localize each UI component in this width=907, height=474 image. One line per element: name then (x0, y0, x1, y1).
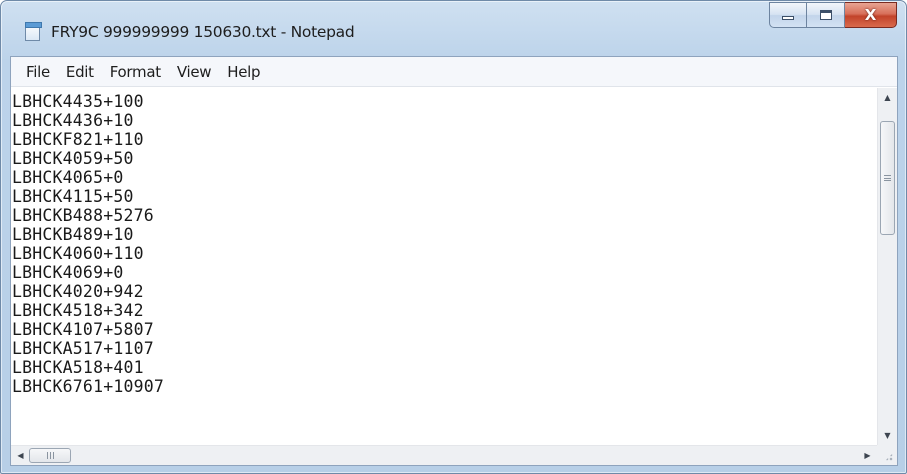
caption-buttons: X (769, 2, 897, 28)
text-editor-area[interactable]: LBHCK4435+100 LBHCK4436+10 LBHCKF821+110 LB… (11, 88, 877, 445)
text-line: LBHCK4059+50 (12, 149, 134, 168)
maximize-icon (819, 10, 832, 20)
text-line: LBHCK4518+342 (12, 301, 144, 320)
horizontal-scroll-thumb[interactable] (29, 448, 71, 463)
text-line: LBHCKA517+1107 (12, 339, 154, 358)
grip-icon (884, 175, 891, 181)
notepad-app-icon[interactable] (25, 22, 42, 41)
text-line: LBHCK4069+0 (12, 263, 124, 282)
vertical-scroll-thumb[interactable] (880, 121, 895, 235)
text-line: LBHCK4020+942 (12, 282, 144, 301)
scroll-down-arrow-icon[interactable]: ▼ (878, 426, 897, 445)
client-area: File Edit Format View Help LBHCK4435+100… (10, 56, 898, 466)
text-line: LBHCK4435+100 (12, 92, 144, 111)
text-line: LBHCKA518+401 (12, 358, 144, 377)
text-line: LBHCKF821+110 (12, 130, 144, 149)
close-button[interactable]: X (845, 2, 897, 28)
text-line: LBHCK4060+110 (12, 244, 144, 263)
menu-file[interactable]: File (18, 60, 58, 84)
menu-view[interactable]: View (169, 60, 219, 84)
window-title: FRY9C 999999999 150630.txt - Notepad (51, 23, 355, 41)
text-line: LBHCK6761+10907 (12, 377, 165, 396)
text-line: LBHCKB488+5276 (12, 206, 154, 225)
menu-format[interactable]: Format (102, 60, 169, 84)
menu-help[interactable]: Help (219, 60, 268, 84)
grip-icon (46, 452, 54, 459)
scroll-left-arrow-icon[interactable]: ◀ (11, 446, 30, 465)
text-line: LBHCK4115+50 (12, 187, 134, 206)
text-line: LBHCK4065+0 (12, 168, 124, 187)
text-line: LBHCK4436+10 (12, 111, 134, 130)
text-line: LBHCK4107+5807 (12, 320, 154, 339)
notepad-window: FRY9C 999999999 150630.txt - Notepad X F… (0, 0, 907, 474)
scroll-right-arrow-icon[interactable]: ▶ (858, 446, 877, 465)
scroll-up-arrow-icon[interactable]: ▲ (878, 88, 897, 107)
menu-bar: File Edit Format View Help (11, 57, 897, 87)
close-icon: X (864, 5, 877, 24)
resize-grip-icon[interactable] (877, 445, 897, 465)
title-bar[interactable]: FRY9C 999999999 150630.txt - Notepad X (1, 1, 906, 56)
menu-edit[interactable]: Edit (58, 60, 102, 84)
horizontal-scrollbar[interactable]: ◀ ▶ (11, 445, 877, 465)
text-line: LBHCKB489+10 (12, 225, 134, 244)
minimize-button[interactable] (769, 2, 807, 28)
maximize-button[interactable] (807, 2, 845, 28)
vertical-scrollbar[interactable]: ▲ ▼ (877, 88, 897, 445)
minimize-icon (782, 16, 794, 20)
